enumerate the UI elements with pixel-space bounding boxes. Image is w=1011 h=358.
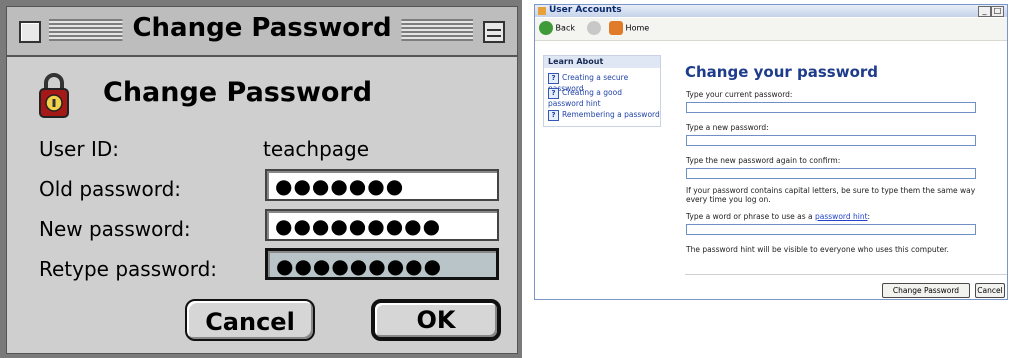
help-icon: ? bbox=[548, 73, 559, 84]
current-password-label: Type your current password: bbox=[686, 90, 793, 99]
divider bbox=[685, 274, 1007, 275]
confirm-password-input[interactable] bbox=[686, 168, 976, 179]
ok-button[interactable]: OK bbox=[371, 299, 501, 341]
new-password-label: New password: bbox=[39, 217, 191, 241]
retype-password-field[interactable]: ●●●●●●●●● bbox=[265, 248, 499, 280]
hint-label-suffix: : bbox=[867, 212, 871, 221]
help-icon: ? bbox=[548, 110, 559, 121]
back-arrow-icon bbox=[539, 21, 553, 35]
xp-user-accounts-window: User Accounts _ □ Back Home Learn About … bbox=[534, 4, 1008, 300]
padlock-icon bbox=[39, 73, 69, 118]
hint-label-prefix: Type a word or phrase to use as a bbox=[686, 212, 816, 221]
xp-heading: Change your password bbox=[685, 63, 879, 81]
mac-heading: Change Password bbox=[103, 77, 373, 108]
forward-arrow-icon bbox=[587, 21, 601, 35]
help-icon: ? bbox=[548, 88, 559, 99]
xp-title-bar[interactable]: User Accounts _ □ bbox=[535, 5, 1007, 17]
xp-window-title: User Accounts bbox=[549, 5, 622, 15]
cancel-button[interactable]: Cancel bbox=[185, 299, 315, 341]
learn-about-panel: Learn About ? Creating a secure password … bbox=[543, 55, 661, 127]
link-remembering-password[interactable]: ? Remembering a password bbox=[548, 110, 660, 121]
link-label: Remembering a password bbox=[562, 110, 660, 119]
home-icon bbox=[609, 21, 623, 35]
home-label: Home bbox=[625, 23, 650, 33]
password-hint-input[interactable] bbox=[686, 224, 976, 235]
change-password-button[interactable]: Change Password bbox=[882, 283, 970, 298]
password-hint-label: Type a word or phrase to use as a passwo… bbox=[686, 212, 870, 221]
user-id-label: User ID: bbox=[39, 137, 119, 161]
old-password-label: Old password: bbox=[39, 177, 182, 201]
xp-toolbar: Back Home bbox=[535, 18, 1007, 41]
learn-about-heading: Learn About bbox=[544, 56, 660, 68]
close-box-icon[interactable] bbox=[19, 21, 41, 43]
current-password-input[interactable] bbox=[686, 102, 976, 113]
user-id-value: teachpage bbox=[263, 137, 370, 161]
retype-password-label: Retype password: bbox=[39, 257, 218, 281]
new-password-label: Type a new password: bbox=[686, 123, 769, 132]
mac-dialog-body: Change Password Change Password User ID:… bbox=[6, 6, 518, 354]
mac-window-title: Change Password bbox=[122, 13, 402, 43]
new-password-field[interactable]: ●●●●●●●●● bbox=[265, 209, 499, 241]
maximize-icon[interactable]: □ bbox=[991, 6, 1004, 17]
password-hint-link[interactable]: password hint bbox=[815, 212, 868, 221]
mac-change-password-window: Change Password Change Password User ID:… bbox=[0, 0, 522, 358]
link-good-password-hint[interactable]: ? Creating a good password hint bbox=[548, 88, 654, 108]
hint-visibility-note: The password hint will be visible to eve… bbox=[686, 245, 949, 254]
user-accounts-icon bbox=[538, 7, 546, 15]
old-password-field[interactable]: ●●●●●●● bbox=[265, 169, 499, 201]
caps-warning-text: If your password contains capital letter… bbox=[686, 186, 976, 204]
xp-cancel-button[interactable]: Cancel bbox=[975, 283, 1005, 298]
minimize-icon[interactable]: _ bbox=[978, 6, 991, 17]
zoom-box-icon[interactable] bbox=[483, 21, 505, 43]
forward-button[interactable] bbox=[587, 21, 601, 35]
mac-title-bar[interactable]: Change Password bbox=[7, 7, 517, 57]
new-password-input[interactable] bbox=[686, 135, 976, 146]
home-button[interactable]: Home bbox=[609, 21, 649, 35]
back-button[interactable]: Back bbox=[539, 21, 575, 35]
confirm-password-label: Type the new password again to confirm: bbox=[686, 156, 841, 165]
link-label: Creating a good password hint bbox=[548, 88, 622, 108]
back-label: Back bbox=[555, 23, 575, 33]
